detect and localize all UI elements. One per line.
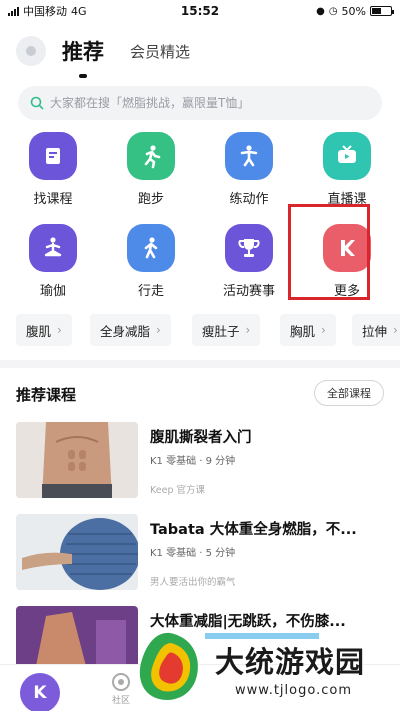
tag-item[interactable]: 拉伸 › bbox=[352, 314, 400, 346]
course-title: 腹肌撕裂者入门 bbox=[150, 430, 252, 446]
watermark-url: www.tjlogo.com bbox=[235, 683, 352, 698]
section-title: 推荐课程 bbox=[16, 386, 77, 404]
course-meta: K1 零基础 · 9 分钟 bbox=[150, 456, 236, 467]
watermark-title: 大统游戏园 bbox=[215, 645, 366, 679]
grid-item-running[interactable]: 跑步 bbox=[106, 132, 196, 212]
battery-icon bbox=[370, 6, 394, 16]
running-icon bbox=[127, 132, 175, 180]
tag-item[interactable]: 瘦肚子 › bbox=[192, 314, 261, 346]
tag-label: 全身减脂 bbox=[100, 323, 151, 339]
grid-label: 练动作 bbox=[229, 192, 269, 207]
chevron-right-icon: › bbox=[156, 323, 161, 337]
grid-label: 活动赛事 bbox=[222, 284, 275, 299]
lock-icon: ● bbox=[316, 5, 325, 17]
course-icon bbox=[29, 132, 77, 180]
user-icon bbox=[26, 46, 36, 56]
search-input[interactable] bbox=[50, 96, 370, 110]
course-thumbnail bbox=[16, 514, 138, 590]
search-icon bbox=[30, 96, 44, 110]
chevron-right-icon: › bbox=[393, 323, 398, 337]
tag-row: 腹肌 › 全身减脂 › 瘦肚子 › 胸肌 › 拉伸 › bbox=[0, 314, 400, 348]
chevron-right-icon: › bbox=[245, 323, 251, 337]
grid-item-events[interactable]: 活动赛事 bbox=[204, 224, 294, 304]
tag-item[interactable]: 腹肌 › bbox=[16, 314, 72, 346]
live-tv-icon bbox=[323, 132, 371, 180]
tag-label: 胸肌 bbox=[290, 323, 316, 339]
alarm-icon: ◷ bbox=[328, 5, 338, 17]
walking-icon bbox=[127, 224, 175, 272]
status-right: ● ◷ 50% bbox=[316, 4, 394, 18]
course-title: Tabata 大体重全身燃脂，不... bbox=[150, 522, 357, 538]
network-label: 4G bbox=[71, 4, 87, 18]
course-source: Keep 官方课 bbox=[150, 485, 205, 496]
status-bar: 中国移动 4G 15:52 ● ◷ 50% bbox=[0, 0, 400, 22]
grid-label: 瑜伽 bbox=[39, 284, 66, 299]
grid-label: 找课程 bbox=[33, 192, 73, 207]
grid-item-exercise[interactable]: 练动作 bbox=[204, 132, 294, 212]
top-header: 推荐 会员精选 bbox=[0, 22, 400, 80]
course-card[interactable]: Tabata 大体重全身燃脂，不... K1 零基础 · 5 分钟 男人要活出你… bbox=[16, 514, 386, 594]
tab-recommend[interactable]: 推荐 bbox=[62, 36, 104, 78]
watermark-logo-icon bbox=[139, 632, 198, 700]
nav-home-k-icon[interactable]: K bbox=[20, 673, 60, 711]
tag-label: 拉伸 bbox=[362, 323, 388, 339]
chevron-right-icon: › bbox=[321, 323, 326, 337]
nav-label: 社区 bbox=[111, 696, 130, 706]
tag-label: 瘦肚子 bbox=[202, 323, 240, 339]
chevron-right-icon: › bbox=[57, 323, 62, 337]
course-meta: K1 零基础 · 5 分钟 bbox=[150, 548, 236, 559]
course-source: 男人要活出你的霸气 bbox=[150, 577, 236, 588]
grid-item-yoga[interactable]: 瑜伽 bbox=[8, 224, 98, 304]
signal-icon bbox=[8, 6, 19, 16]
course-thumbnail bbox=[16, 422, 138, 498]
search-bar[interactable] bbox=[18, 86, 382, 120]
nav-community[interactable]: 社区 bbox=[108, 673, 134, 706]
tag-item[interactable]: 全身减脂 › bbox=[90, 314, 171, 346]
battery-label: 50% bbox=[341, 4, 366, 18]
highlight-box bbox=[288, 204, 370, 300]
grid-label: 跑步 bbox=[137, 192, 164, 207]
grid-item-find-course[interactable]: 找课程 bbox=[8, 132, 98, 212]
course-card[interactable]: 腹肌撕裂者入门 K1 零基础 · 9 分钟 Keep 官方课 bbox=[16, 422, 386, 502]
all-courses-button[interactable]: 全部课程 bbox=[314, 380, 384, 406]
tag-item[interactable]: 胸肌 › bbox=[280, 314, 336, 346]
grid-item-walking[interactable]: 行走 bbox=[106, 224, 196, 304]
tab-member-picks[interactable]: 会员精选 bbox=[130, 41, 190, 62]
grid-item-live-class[interactable]: 直播课 bbox=[302, 132, 392, 212]
community-icon bbox=[112, 673, 130, 691]
status-left: 中国移动 4G bbox=[8, 3, 87, 19]
carrier-label: 中国移动 bbox=[23, 5, 67, 18]
recommend-section: 推荐课程 全部课程 腹肌撕裂者入门 K1 零基础 · 9 分钟 Keep 官方课 bbox=[0, 368, 400, 668]
trophy-icon bbox=[225, 224, 273, 272]
watermark: 大统游戏园 www.tjlogo.com bbox=[135, 625, 397, 711]
yoga-icon bbox=[29, 224, 77, 272]
avatar[interactable] bbox=[16, 36, 46, 66]
tag-label: 腹肌 bbox=[26, 323, 52, 339]
exercise-icon bbox=[225, 132, 273, 180]
grid-label: 行走 bbox=[137, 284, 164, 299]
